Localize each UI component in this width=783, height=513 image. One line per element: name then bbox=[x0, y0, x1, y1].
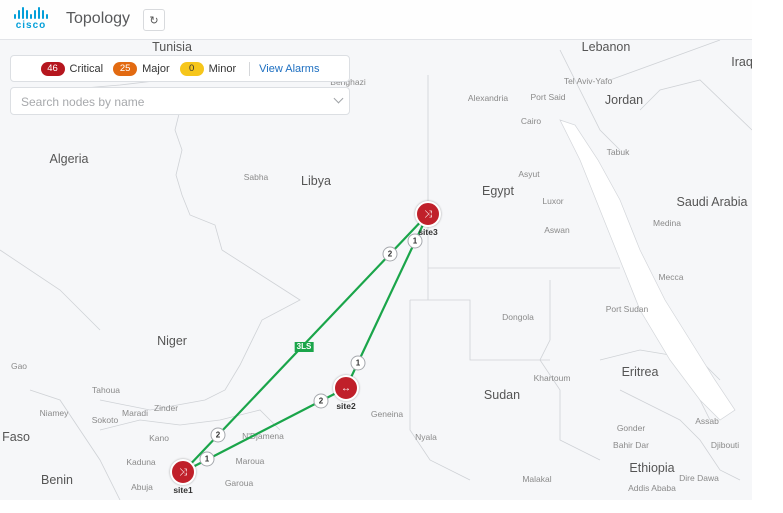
page-title: Topology bbox=[66, 10, 131, 27]
link-tag[interactable]: 3LS bbox=[294, 342, 314, 352]
link-hop-badge[interactable]: 2 bbox=[382, 246, 398, 262]
alarm-minor[interactable]: 0 Minor bbox=[179, 61, 237, 76]
divider bbox=[249, 61, 251, 76]
critical-label: Critical bbox=[69, 62, 104, 75]
node-search-select[interactable] bbox=[10, 87, 350, 116]
link-hop-badge[interactable]: 2 bbox=[313, 393, 329, 409]
minor-count-badge: 0 bbox=[179, 61, 204, 76]
critical-count-badge: 46 bbox=[40, 61, 65, 76]
node-label: site1 bbox=[173, 485, 193, 495]
link-hop-badge[interactable]: 1 bbox=[350, 355, 366, 371]
minor-label: Minor bbox=[208, 62, 237, 75]
node-site2[interactable]: ↔ bbox=[333, 375, 359, 401]
alarm-critical[interactable]: 46 Critical bbox=[40, 61, 104, 76]
node-label: site2 bbox=[336, 401, 356, 411]
link-hop-badge[interactable]: 2 bbox=[210, 427, 226, 443]
switch-icon: ⤨ bbox=[424, 208, 432, 220]
node-site3[interactable]: ⤨ bbox=[415, 201, 441, 227]
cisco-logo-bars bbox=[10, 7, 52, 19]
node-site1[interactable]: ⤨ bbox=[170, 459, 196, 485]
switch-icon: ⤨ bbox=[179, 466, 187, 478]
cisco-wordmark: cisco bbox=[15, 20, 47, 31]
link-hop-badge[interactable]: 1 bbox=[199, 451, 215, 467]
view-alarms-link[interactable]: View Alarms bbox=[259, 63, 319, 75]
major-label: Major bbox=[142, 62, 170, 75]
node-label: site3 bbox=[418, 227, 438, 237]
search-input[interactable] bbox=[19, 88, 323, 116]
cisco-logo: cisco bbox=[10, 7, 52, 33]
major-count-badge: 25 bbox=[113, 61, 138, 76]
refresh-button[interactable]: ↻ bbox=[143, 9, 165, 31]
header-bar: cisco Topology ↻ bbox=[0, 0, 752, 40]
alarm-summary-bar: 46 Critical 25 Major 0 Minor View Alarms bbox=[10, 55, 350, 82]
refresh-icon: ↻ bbox=[149, 14, 159, 27]
chevron-down-icon[interactable] bbox=[333, 93, 344, 104]
alarm-major[interactable]: 25 Major bbox=[113, 61, 170, 76]
router-icon: ↔ bbox=[341, 382, 351, 394]
